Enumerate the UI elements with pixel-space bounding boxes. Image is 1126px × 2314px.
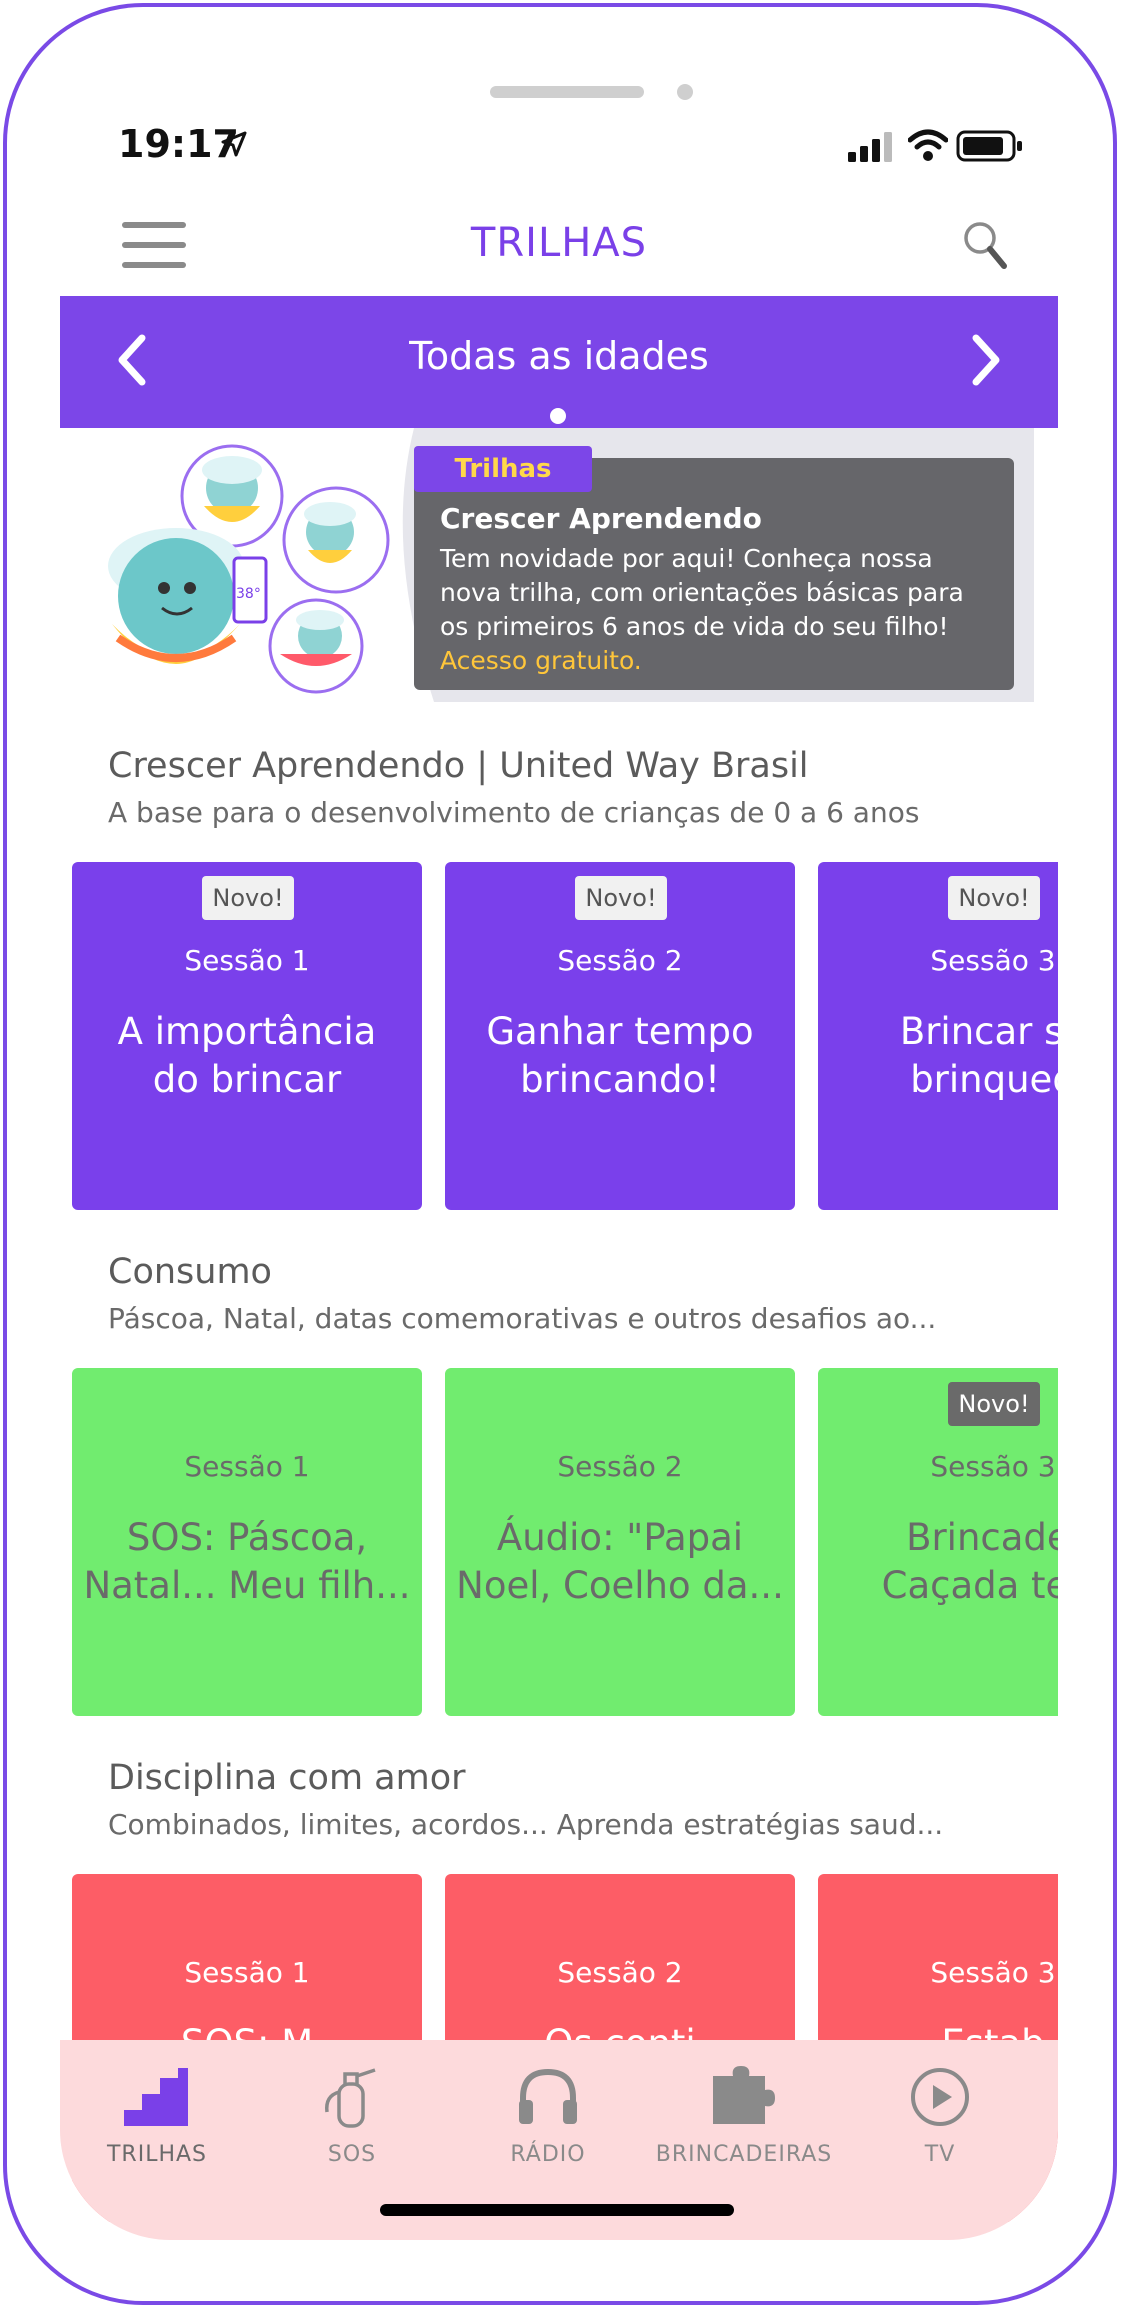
wifi-icon [908, 129, 948, 161]
session-title: Brincadei Caçada tem [828, 1514, 1058, 1610]
section-subtitle: Páscoa, Natal, datas comemorativas e out… [108, 1302, 937, 1335]
session-title-line: Caçada tem [881, 1564, 1058, 1607]
home-indicator[interactable] [380, 2204, 734, 2216]
nav-label: TRILHAS [106, 2142, 208, 2167]
location-arrow-icon [221, 131, 247, 157]
age-selector-label: Todas as idades [409, 334, 709, 378]
session-title-line: do brincar [152, 1058, 342, 1101]
play-icon [911, 2068, 969, 2126]
session-title-line: Brincadei [906, 1516, 1058, 1559]
fire-extinguisher-icon [325, 2068, 376, 2128]
app-screen: 19:17 TRILHAS Todas as idades 38° Trilha… [60, 110, 1058, 2240]
session-card[interactable]: Novo! Sessão 2 Ganhar tempo brincando! [445, 862, 795, 1210]
session-title: Áudio: "Papai Noel, Coelho da... [455, 1514, 785, 1610]
session-number: Sessão 3 [930, 944, 1056, 977]
session-title: A importância do brincar [82, 1008, 412, 1104]
session-number: Sessão 2 [557, 944, 683, 977]
bottom-nav: TRILHAS SOS RÁDIO BRINCADEIRAS TV [60, 2040, 1058, 2240]
session-row: Sessão 1 SOS: Páscoa, Natal... Meu filh.… [72, 1368, 1058, 1716]
promo-banner[interactable]: 38° Trilhas Crescer Aprendendo Tem novid… [84, 428, 1034, 702]
banner-illustration: 38° [84, 428, 434, 702]
session-title-line: Ganhar tempo [486, 1010, 754, 1053]
nav-trilhas[interactable]: TRILHAS [62, 2066, 252, 2167]
battery-icon [956, 130, 1022, 162]
thermometer-reading: 38° [236, 586, 261, 602]
front-camera [677, 84, 693, 100]
session-row: Novo! Sessão 1 A importância do brincar … [72, 862, 1058, 1210]
section-title: Consumo [108, 1252, 272, 1292]
session-title-line: A importância [117, 1010, 377, 1053]
session-card[interactable]: Novo! Sessão 3 Brincadei Caçada tem [818, 1368, 1058, 1716]
session-title-line: Noel, Coelho da... [456, 1564, 784, 1607]
section-title: Disciplina com amor [108, 1758, 466, 1798]
session-title: SOS: Páscoa, Natal... Meu filh... [82, 1514, 412, 1610]
cellular-signal-icon [848, 132, 892, 162]
nav-label: SOS [327, 2142, 377, 2167]
session-number: Sessão 2 [557, 1450, 683, 1483]
banner-title: Crescer Aprendendo [440, 502, 762, 535]
session-card[interactable]: Sessão 2 Áudio: "Papai Noel, Coelho da..… [445, 1368, 795, 1716]
session-title: Ganhar tempo brincando! [455, 1008, 785, 1104]
banner-link[interactable]: Acesso gratuito. [440, 646, 642, 675]
session-card[interactable]: Sessão 1 SOS: Páscoa, Natal... Meu filh.… [72, 1368, 422, 1716]
session-title: Brincar se brinqued [828, 1008, 1058, 1104]
speaker-grille [490, 86, 644, 98]
session-title-line: SOS: Páscoa, [126, 1516, 368, 1559]
banner-text: Tem novidade por aqui! Conheça nossa nov… [440, 542, 1000, 678]
carousel-indicator [550, 408, 566, 424]
section-title: Crescer Aprendendo | United Way Brasil [108, 746, 809, 786]
session-number: Sessão 1 [184, 1956, 310, 1989]
session-title-line: Brincar se [899, 1010, 1058, 1053]
nav-sos[interactable]: SOS [257, 2066, 447, 2167]
session-number: Sessão 1 [184, 1450, 310, 1483]
section-subtitle: Combinados, limites, acordos... Aprenda … [108, 1808, 944, 1841]
puzzle-icon [713, 2066, 775, 2124]
nav-brincadeiras[interactable]: BRINCADEIRAS [649, 2066, 839, 2167]
banner-tag: Trilhas [414, 446, 592, 492]
nav-label: TV [924, 2142, 956, 2167]
nav-label: BRINCADEIRAS [655, 2142, 833, 2167]
session-card[interactable]: Novo! Sessão 1 A importância do brincar [72, 862, 422, 1210]
nav-radio[interactable]: RÁDIO [453, 2066, 643, 2167]
age-selector: Todas as idades [60, 296, 1058, 428]
session-number: Sessão 1 [184, 944, 310, 977]
session-title-line: Áudio: "Papai [496, 1516, 744, 1559]
page-title: TRILHAS [470, 220, 648, 266]
nav-label: RÁDIO [510, 2142, 586, 2167]
headphones-icon [519, 2068, 577, 2124]
session-title-line: Natal... Meu filh... [83, 1564, 411, 1607]
session-title-line: brincando! [520, 1058, 720, 1101]
new-badge: Novo! [948, 876, 1040, 920]
banner-description: Tem novidade por aqui! Conheça nossa nov… [440, 544, 964, 641]
new-badge: Novo! [948, 1382, 1040, 1426]
session-title-line: brinqued [910, 1058, 1058, 1101]
nav-tv[interactable]: TV [845, 2066, 1035, 2167]
session-card[interactable]: Novo! Sessão 3 Brincar se brinqued [818, 862, 1058, 1210]
search-icon[interactable] [960, 218, 1010, 272]
chevron-right-icon[interactable] [966, 330, 1006, 390]
session-number: Sessão 3 [930, 1450, 1056, 1483]
new-badge: Novo! [575, 876, 667, 920]
new-badge: Novo! [202, 876, 294, 920]
session-number: Sessão 2 [557, 1956, 683, 1989]
session-number: Sessão 3 [930, 1956, 1056, 1989]
section-subtitle: A base para o desenvolvimento de criança… [108, 796, 920, 829]
stairs-icon [124, 2068, 188, 2126]
